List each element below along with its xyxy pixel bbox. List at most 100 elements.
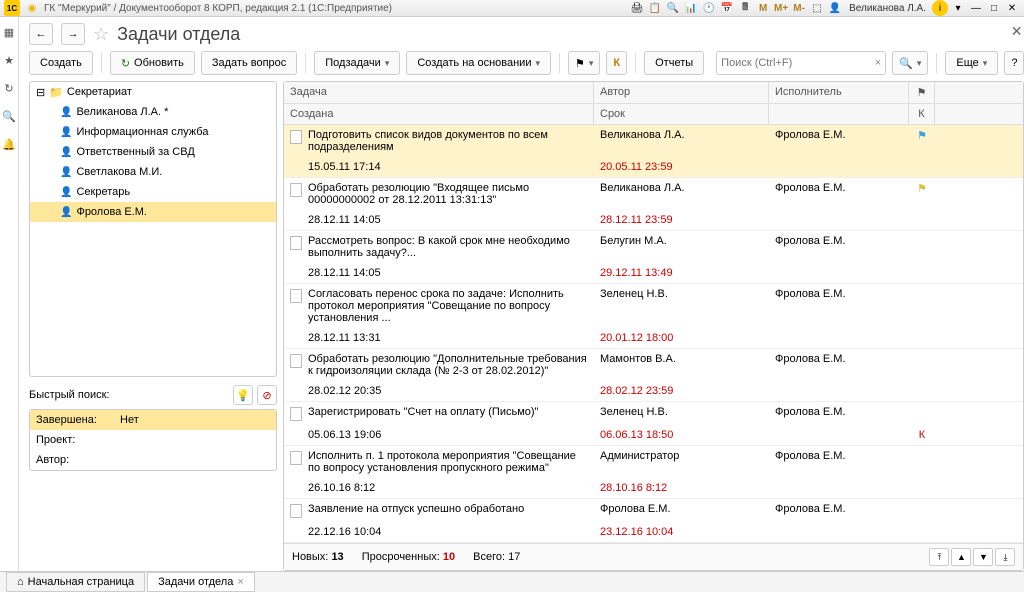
- tree-root-label: Секретариат: [67, 86, 132, 98]
- table-row[interactable]: Подготовить список видов документов по в…: [284, 125, 1023, 178]
- bell-icon[interactable]: 🔔: [0, 135, 18, 153]
- tb-icon[interactable]: 🔍: [665, 0, 681, 16]
- history-icon[interactable]: ↻: [0, 79, 18, 97]
- more-button[interactable]: Еще: [945, 51, 998, 75]
- tab-current[interactable]: Задачи отдела×: [147, 572, 255, 592]
- k-cell: [909, 328, 935, 348]
- tree-item[interactable]: 👤Секретарь: [30, 182, 276, 202]
- nav-back-button[interactable]: ←: [29, 23, 53, 45]
- close-panel-icon[interactable]: ✕: [1011, 23, 1023, 40]
- th-due[interactable]: Срок: [594, 104, 769, 124]
- minimize-icon[interactable]: —: [968, 0, 984, 16]
- table-row[interactable]: Обработать резолюцию "Входящее письмо 00…: [284, 178, 1023, 231]
- tb-icon[interactable]: 📅: [719, 0, 735, 16]
- flag-button[interactable]: ⚑: [568, 51, 600, 75]
- search-input[interactable]: [721, 57, 875, 69]
- document-icon: [290, 407, 302, 421]
- tree-root[interactable]: ⊟ 📁 Секретариат: [30, 82, 276, 102]
- scroll-bottom-button[interactable]: ⤓: [995, 548, 1015, 566]
- table-row[interactable]: Заявление на отпуск успешно обработаноФр…: [284, 499, 1023, 543]
- k-cell: К: [909, 425, 935, 445]
- reports-button[interactable]: Отчеты: [644, 51, 704, 75]
- due-cell: 06.06.13 18:50: [594, 425, 769, 445]
- tb-icon[interactable]: ⬚: [809, 0, 825, 16]
- due-cell: 20.05.11 23:59: [594, 157, 769, 177]
- search-box[interactable]: ×: [716, 51, 886, 75]
- tree-item[interactable]: 👤 Светлакова М.И.: [30, 162, 276, 182]
- close-icon[interactable]: ✕: [1004, 0, 1020, 16]
- bulb-button[interactable]: 💡: [233, 385, 253, 405]
- author-cell: Фролова Е.М.: [594, 499, 769, 522]
- created-cell: 22.12.16 10:04: [284, 522, 594, 542]
- th-k[interactable]: К: [909, 104, 935, 124]
- filter-row[interactable]: Автор:: [30, 450, 276, 470]
- info-icon[interactable]: i: [932, 0, 948, 16]
- ask-button[interactable]: Задать вопрос: [201, 51, 297, 75]
- task-text: Рассмотреть вопрос: В какой срок мне нео…: [308, 235, 588, 259]
- flag-icon: ⚑: [917, 183, 927, 195]
- filter-row[interactable]: Проект:: [30, 430, 276, 450]
- tree-item-label: Ответственный за СВД: [76, 146, 194, 158]
- tb-icon[interactable]: 📊: [683, 0, 699, 16]
- tree-item[interactable]: 👤Фролова Е.М.: [30, 202, 276, 222]
- mminus-button[interactable]: M-: [791, 0, 807, 16]
- executor-cell: Фролова Е.М.: [769, 499, 909, 522]
- favorite-star-icon[interactable]: ☆: [93, 24, 109, 45]
- scroll-up-button[interactable]: ▲: [951, 548, 971, 566]
- dropdown-icon[interactable]: ◉: [24, 0, 40, 16]
- table-row[interactable]: Обработать резолюцию "Дополнительные тре…: [284, 349, 1023, 402]
- tree-item-label: Светлакова М.И.: [76, 166, 162, 178]
- flag-cell: [909, 349, 935, 381]
- star-icon[interactable]: ★: [0, 51, 18, 69]
- subtasks-button[interactable]: Подзадачи: [314, 51, 400, 75]
- refresh-button[interactable]: ↻Обновить: [110, 51, 195, 75]
- search-icon[interactable]: 🔍: [0, 107, 18, 125]
- m-button[interactable]: M: [755, 0, 771, 16]
- flag-cell: ⚑: [909, 178, 935, 210]
- th-flag[interactable]: ⚑: [909, 82, 935, 103]
- maximize-icon[interactable]: □: [986, 0, 1002, 16]
- tree-item[interactable]: 👤Великанова Л.А. *: [30, 102, 276, 122]
- help-button[interactable]: ?: [1004, 51, 1024, 75]
- th-task[interactable]: Задача: [284, 82, 594, 103]
- executor-cell: Фролова Е.М.: [769, 284, 909, 328]
- th-author[interactable]: Автор: [594, 82, 769, 103]
- created-cell: 28.02.12 20:35: [284, 381, 594, 401]
- scroll-down-button[interactable]: ▼: [973, 548, 993, 566]
- tb-icon[interactable]: ▾: [950, 0, 966, 16]
- created-cell: 05.06.13 19:06: [284, 425, 594, 445]
- filter-row[interactable]: Завершена:Нет: [30, 410, 276, 430]
- create-based-button[interactable]: Создать на основании: [406, 51, 551, 75]
- tb-icon[interactable]: 🖩: [737, 0, 753, 16]
- tb-icon[interactable]: 🕐: [701, 0, 717, 16]
- tb-icon[interactable]: 📋: [647, 0, 663, 16]
- tree-item[interactable]: 👤Ответственный за СВД: [30, 142, 276, 162]
- mplus-button[interactable]: M+: [773, 0, 789, 16]
- th-executor[interactable]: Исполнитель: [769, 82, 909, 103]
- tb-icon[interactable]: 🖨: [629, 0, 645, 16]
- table-row[interactable]: Согласовать перенос срока по задаче: Исп…: [284, 284, 1023, 349]
- th-created[interactable]: Создана: [284, 104, 594, 124]
- k-button[interactable]: К: [606, 51, 627, 75]
- create-button[interactable]: Создать: [29, 51, 93, 75]
- scroll-top-button[interactable]: ⤒: [929, 548, 949, 566]
- created-cell: 28.12.11 14:05: [284, 263, 594, 283]
- clear-filter-button[interactable]: ⊘: [257, 385, 277, 405]
- tab-home[interactable]: ⌂Начальная страница: [6, 572, 145, 592]
- k-cell: [909, 522, 935, 542]
- author-cell: Великанова Л.А.: [594, 125, 769, 157]
- apps-icon[interactable]: ▦: [0, 23, 18, 41]
- nav-forward-button[interactable]: →: [61, 23, 85, 45]
- flag-cell: ⚑: [909, 125, 935, 157]
- table-row[interactable]: Исполнить п. 1 протокола мероприятия "Со…: [284, 446, 1023, 499]
- tree-item-label: Фролова Е.М.: [76, 206, 147, 218]
- executor-cell: Фролова Е.М.: [769, 178, 909, 210]
- clear-search-icon[interactable]: ×: [875, 57, 881, 69]
- table-row[interactable]: Рассмотреть вопрос: В какой срок мне нео…: [284, 231, 1023, 284]
- search-options-button[interactable]: 🔍: [892, 51, 928, 75]
- tree-item[interactable]: 👤Информационная служба: [30, 122, 276, 142]
- tab-close-icon[interactable]: ×: [237, 576, 243, 588]
- user-icon: 👤: [60, 167, 72, 178]
- table-row[interactable]: Зарегистрировать "Счет на оплату (Письмо…: [284, 402, 1023, 446]
- collapse-icon[interactable]: ⊟: [36, 86, 45, 99]
